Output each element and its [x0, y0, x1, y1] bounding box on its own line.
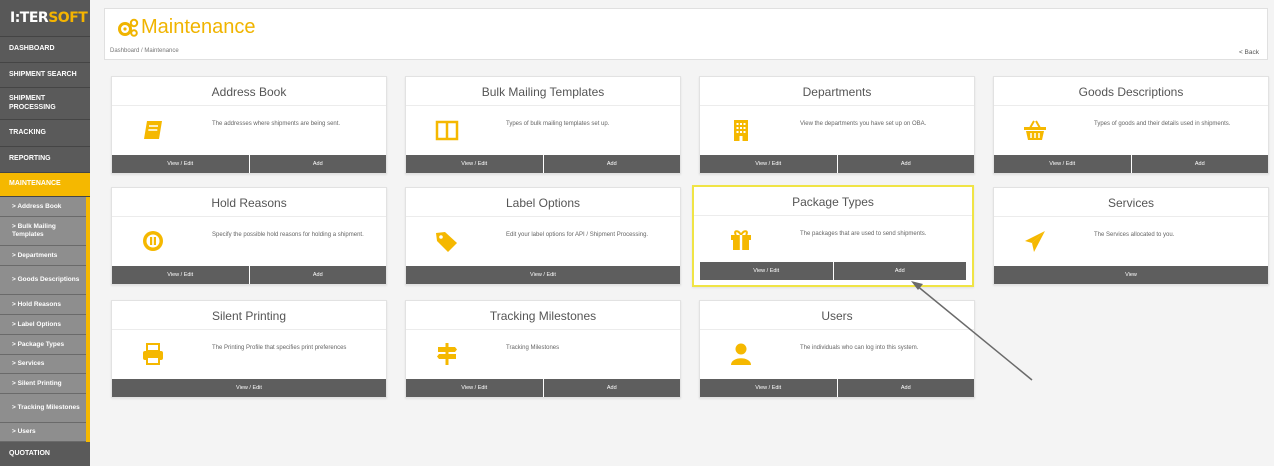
nav-shipment-search[interactable]: SHIPMENT SEARCH [0, 63, 90, 88]
card-title: Package Types [792, 195, 874, 209]
card-description: Types of bulk mailing templates set up. [506, 121, 610, 127]
logo-text-part2: SOFT [48, 10, 88, 26]
columns-icon [435, 120, 459, 141]
add-button[interactable]: Add [836, 379, 974, 397]
subnav-goods-descriptions[interactable]: > Goods Descriptions [0, 266, 86, 295]
nav-dashboard[interactable]: DASHBOARD [0, 37, 90, 63]
add-button[interactable]: Add [248, 155, 386, 173]
book-icon [144, 121, 162, 139]
nav-reporting[interactable]: REPORTING [0, 147, 90, 173]
view-edit-button[interactable]: View / Edit [700, 379, 837, 397]
maintenance-submenu: > Address Book > Bulk Mailing Templates … [0, 197, 90, 442]
logo[interactable]: I:TERSOFT [0, 0, 90, 37]
add-button[interactable]: Add [832, 262, 966, 280]
card-description: The addresses where shipments are being … [212, 121, 341, 127]
nav-tracking[interactable]: TRACKING [0, 120, 90, 147]
add-button[interactable]: Add [836, 155, 974, 173]
card-description: The Printing Profile that specifies prin… [212, 345, 347, 351]
add-button[interactable]: Add [542, 155, 680, 173]
add-button[interactable]: Add [542, 379, 680, 397]
view-edit-button[interactable]: View / Edit [112, 155, 249, 173]
pause-icon [143, 231, 163, 251]
printer-icon [143, 343, 163, 365]
nav-shipment-processing[interactable]: SHIPMENT PROCESSING [0, 88, 90, 120]
card-tracking-milestones: Tracking Milestones Tracking Milestones … [405, 300, 681, 398]
card-title: Silent Printing [211, 309, 287, 323]
card-bulk-mailing-templates: Bulk Mailing Templates Types of bulk mai… [405, 76, 681, 174]
subnav-departments[interactable]: > Departments [0, 246, 86, 266]
subnav-tracking-milestones[interactable]: > Tracking Milestones [0, 394, 86, 423]
card-title: Users [821, 309, 853, 323]
card-title: Hold Reasons [211, 196, 287, 210]
card-title: Services [1107, 196, 1154, 210]
subnav-services[interactable]: > Services [0, 355, 86, 374]
card-description: Edit your label options for API / Shipme… [506, 232, 649, 238]
card-description: The Services allocated to you. [1094, 232, 1175, 238]
add-button[interactable]: Add [248, 266, 386, 284]
card-address-book: Address Book The addresses where shipmen… [111, 76, 387, 174]
card-description: The individuals who can log into this sy… [800, 345, 919, 351]
view-edit-button[interactable]: View / Edit [406, 266, 680, 284]
view-edit-button[interactable]: View / Edit [406, 379, 543, 397]
view-edit-button[interactable]: View / Edit [112, 379, 386, 397]
sidebar: I:TERSOFT DASHBOARD SHIPMENT SEARCH SHIP… [0, 0, 90, 466]
subnav-hold-reasons[interactable]: > Hold Reasons [0, 295, 86, 315]
card-title: Departments [802, 85, 872, 99]
page-title: Maintenance [141, 16, 256, 38]
card-description: The packages that are used to send shipm… [800, 231, 927, 237]
subnav-label-options[interactable]: > Label Options [0, 315, 86, 335]
back-link[interactable]: < Back [1239, 49, 1259, 56]
card-silent-printing: Silent Printing The Printing Profile tha… [111, 300, 387, 398]
card-description: View the departments you have set up on … [800, 121, 927, 127]
card-description: Tracking Milestones [506, 345, 560, 351]
card-departments: Departments View the departments you hav… [699, 76, 975, 174]
card-title: Tracking Milestones [489, 309, 597, 323]
card-label-options: Label Options Edit your label options fo… [405, 187, 681, 285]
view-edit-button[interactable]: View / Edit [994, 155, 1131, 173]
signpost-icon [437, 343, 457, 365]
breadcrumb[interactable]: Dashboard / Maintenance [110, 48, 179, 54]
card-title: Label Options [505, 196, 581, 210]
user-icon [731, 343, 751, 365]
view-edit-button[interactable]: View / Edit [700, 262, 833, 280]
card-description: Types of goods and their details used in… [1094, 121, 1231, 127]
paper-plane-icon [1025, 231, 1045, 252]
card-title: Address Book [211, 85, 287, 99]
view-edit-button[interactable]: View / Edit [112, 266, 249, 284]
tags-icon [436, 232, 457, 252]
subnav-users[interactable]: > Users [0, 423, 86, 442]
logo-text-part1: I:TER [10, 10, 49, 26]
card-hold-reasons: Hold Reasons Specify the possible hold r… [111, 187, 387, 285]
gift-icon [731, 230, 751, 250]
subnav-package-types[interactable]: > Package Types [0, 335, 86, 355]
view-edit-button[interactable]: View / Edit [700, 155, 837, 173]
card-description: Specify the possible hold reasons for ho… [212, 232, 364, 238]
nav-maintenance[interactable]: MAINTENANCE [0, 173, 90, 197]
card-users: Users The individuals who can log into t… [699, 300, 975, 398]
basket-icon [1024, 120, 1046, 140]
view-edit-button[interactable]: View / Edit [406, 155, 543, 173]
building-icon [734, 120, 748, 141]
subnav-bulk-mailing-templates[interactable]: > Bulk Mailing Templates [0, 217, 86, 246]
page-header: Maintenance Dashboard / Maintenance < Ba… [104, 8, 1268, 60]
card-goods-descriptions: Goods Descriptions Types of goods and th… [993, 76, 1269, 174]
card-package-types: Package Types The packages that are used… [692, 185, 974, 287]
subnav-address-book[interactable]: > Address Book [0, 197, 86, 217]
card-title: Bulk Mailing Templates [481, 85, 605, 99]
gears-icon [118, 18, 139, 37]
nav-quotation[interactable]: QUOTATION [0, 442, 90, 466]
subnav-silent-printing[interactable]: > Silent Printing [0, 374, 86, 394]
add-button[interactable]: Add [1130, 155, 1268, 173]
view-button[interactable]: View [994, 266, 1268, 284]
card-services: Services The Services allocated to you. … [993, 187, 1269, 285]
card-title: Goods Descriptions [1078, 85, 1184, 99]
